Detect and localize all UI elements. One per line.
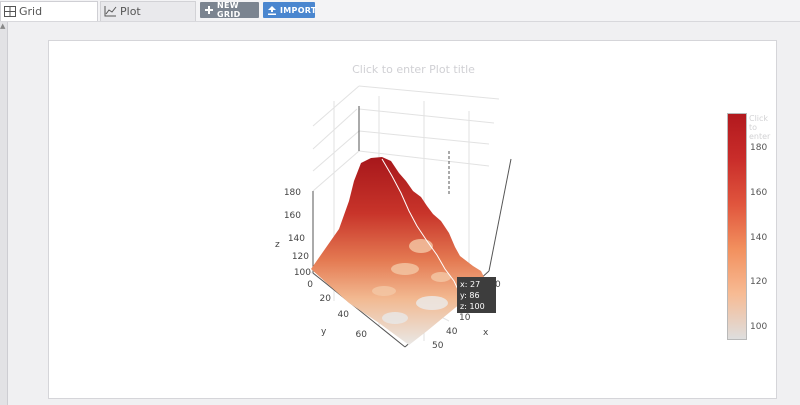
import-button[interactable]: IMPORT: [263, 2, 317, 18]
new-grid-button[interactable]: NEW GRID: [200, 1, 259, 19]
y-tick: 60: [356, 330, 368, 340]
z-tick: 160: [284, 211, 301, 221]
collapse-strip[interactable]: ▲: [0, 22, 8, 405]
y-tick: 40: [338, 310, 350, 320]
y-tick: 0: [307, 280, 313, 290]
z-tick: 180: [284, 188, 301, 198]
colorbar-tick: 180: [750, 143, 768, 153]
colorbar-tick: 120: [750, 277, 768, 287]
top-toolbar: Grid Plot NEW GRID IMPORT: [0, 0, 800, 22]
z-tick: 140: [288, 234, 305, 244]
z-tick: 100: [294, 268, 311, 278]
y-axis-label: y: [321, 327, 327, 337]
x-tick: 50: [432, 341, 444, 351]
z-tick: 120: [292, 252, 309, 262]
import-label: IMPORT: [280, 5, 317, 15]
hover-z: z: 100: [460, 302, 485, 311]
colorbar-tick: 140: [750, 233, 768, 243]
plot-area: Click to enter Plot title 180 160 140 12…: [48, 40, 777, 399]
tab-grid[interactable]: Grid: [0, 1, 98, 21]
upload-icon: [268, 5, 276, 15]
colorbar[interactable]: [727, 113, 747, 340]
collapse-caret-icon: ▲: [0, 22, 6, 30]
colorbar-title[interactable]: Click to enter: [749, 114, 776, 141]
plus-icon: [205, 6, 213, 14]
tab-grid-label: Grid: [19, 5, 43, 18]
tab-plot[interactable]: Plot: [100, 1, 196, 21]
hover-y: y: 86: [460, 291, 480, 300]
new-grid-label: NEW GRID: [217, 1, 241, 19]
x-axis-label: x: [483, 328, 489, 338]
hover-x: x: 27: [460, 280, 481, 289]
line-chart-icon: [104, 6, 117, 17]
x-tick: 10: [459, 313, 471, 323]
x-tick: 40: [446, 327, 458, 337]
colorbar-tick: 160: [750, 188, 768, 198]
tab-plot-label: Plot: [120, 5, 141, 18]
y-tick: 20: [320, 294, 332, 304]
colorbar-tick: 100: [750, 322, 768, 332]
z-axis-label: z: [275, 240, 280, 250]
surface-plot[interactable]: 180 160 140 120 100 z 0 20 40 60 y 0 10 …: [49, 41, 777, 399]
grid-icon: [4, 6, 16, 17]
hover-tooltip: x: 27 y: 86 z: 100: [457, 277, 496, 313]
